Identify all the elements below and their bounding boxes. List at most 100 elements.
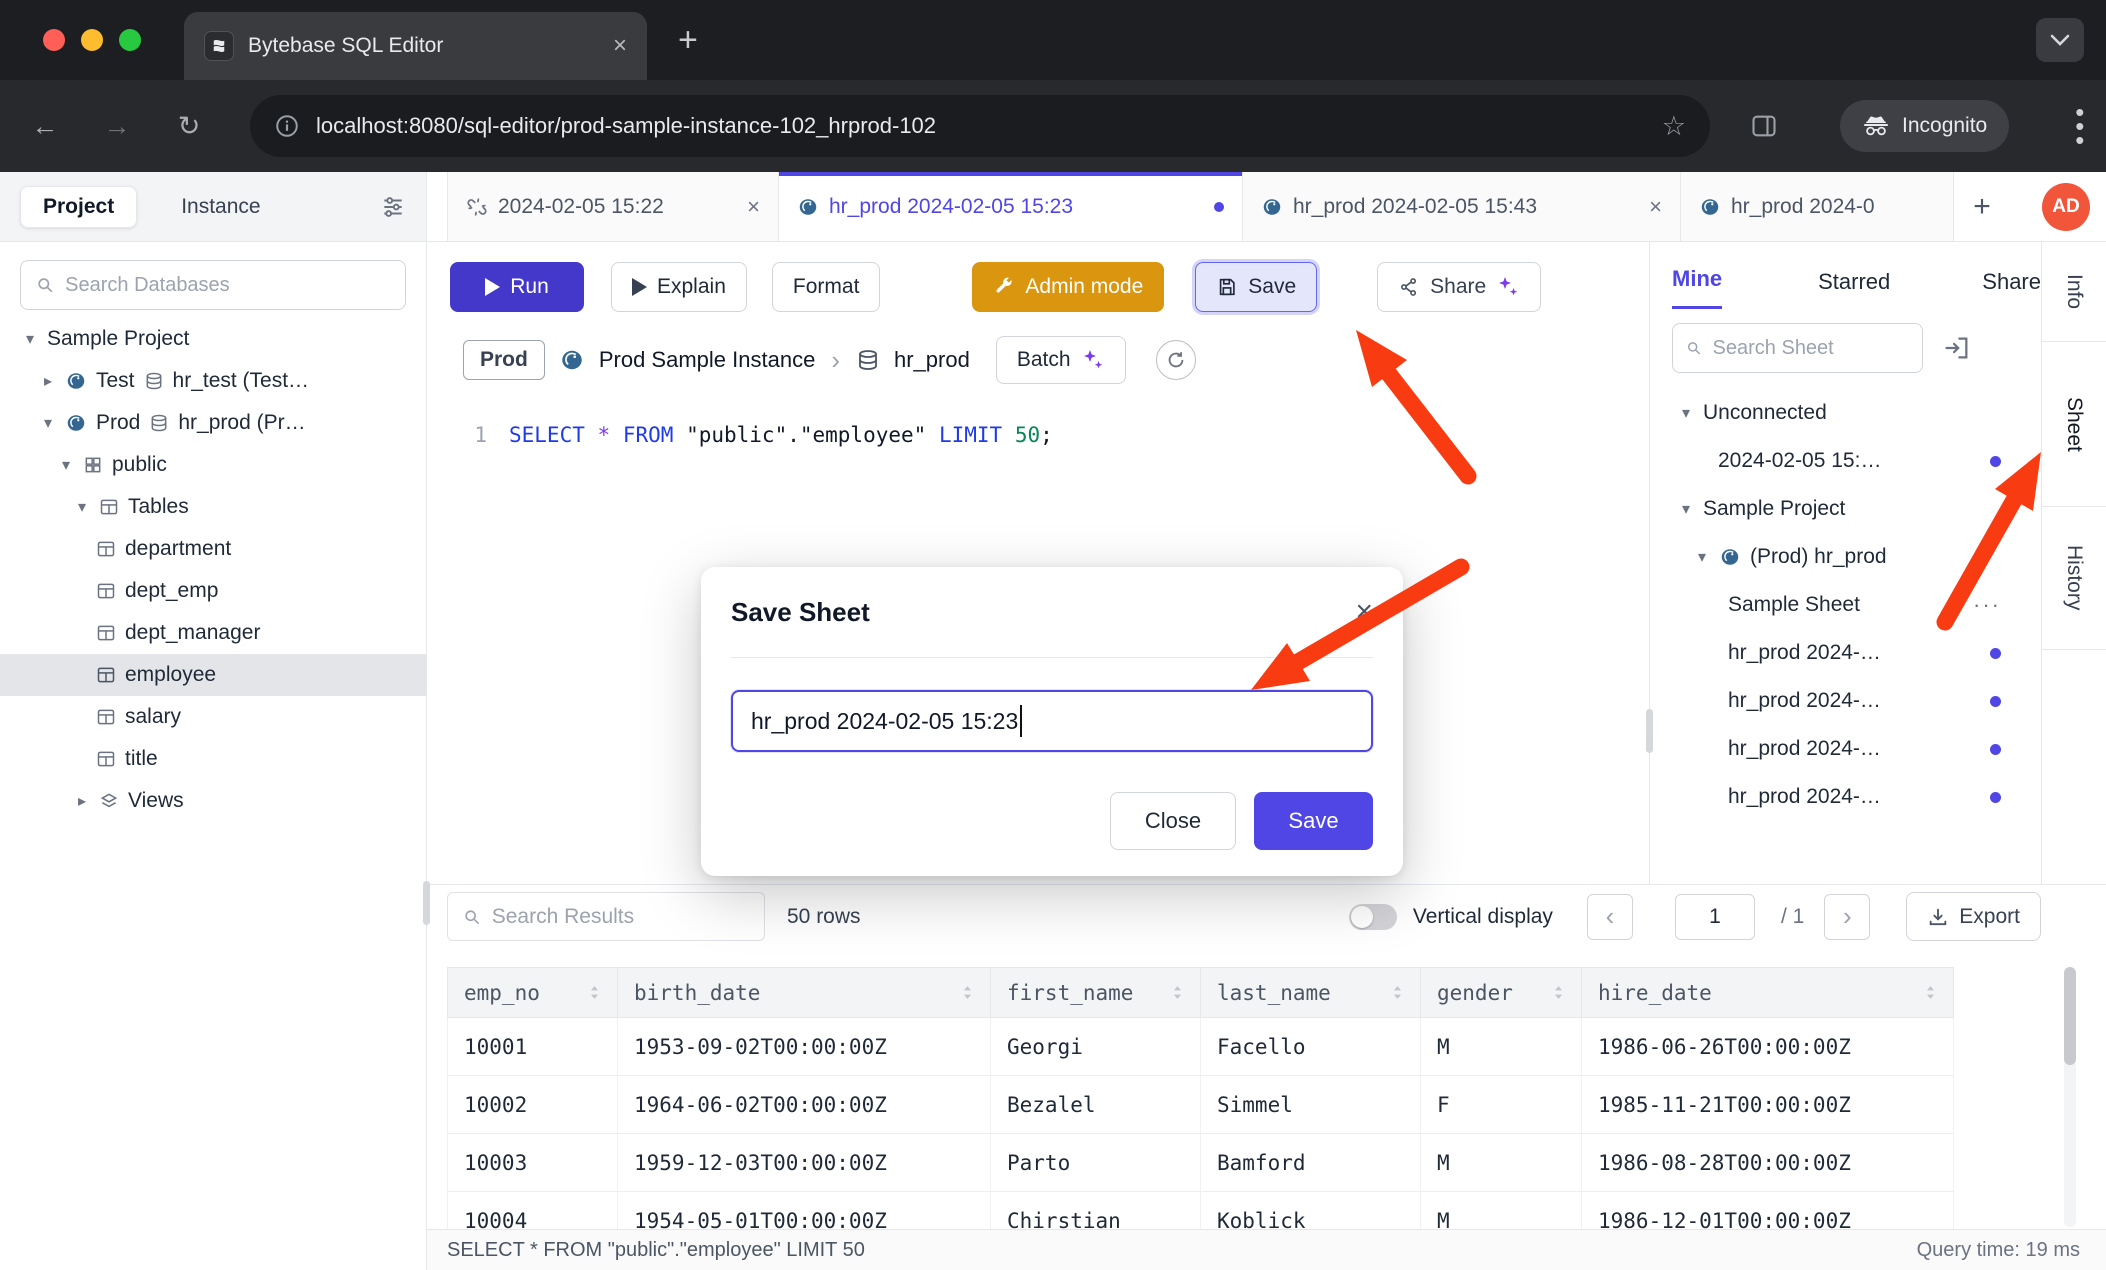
save-button[interactable]: Save (1195, 262, 1317, 312)
table-cell[interactable]: 10004 (447, 1192, 618, 1229)
back-icon[interactable]: ← (30, 111, 60, 142)
sheet-item[interactable]: hr_prod 2024-… (1650, 629, 2041, 677)
chevron-down-icon[interactable]: ▾ (22, 329, 38, 349)
new-sheet-tab-button[interactable]: + (1954, 172, 2010, 241)
share-button[interactable]: Share (1377, 262, 1541, 312)
close-tab-icon[interactable]: × (613, 34, 627, 58)
chevron-down-icon[interactable]: ▾ (74, 497, 90, 517)
table-cell[interactable]: Koblick (1201, 1192, 1421, 1229)
table-cell[interactable]: 1959-12-03T00:00:00Z (618, 1134, 991, 1192)
strip-tab-history[interactable]: History (2042, 507, 2106, 650)
tree-item-table-dept-emp[interactable]: dept_emp (0, 570, 426, 612)
database-name[interactable]: hr_prod (894, 347, 970, 373)
tree-item-table-dept-manager[interactable]: dept_manager (0, 612, 426, 654)
table-cell[interactable]: 1986-06-26T00:00:00Z (1582, 1018, 1954, 1076)
chevron-right-icon[interactable]: ▸ (74, 791, 90, 811)
chevron-down-icon[interactable]: ▾ (1678, 499, 1694, 519)
close-window-button[interactable] (43, 29, 65, 51)
side-panel-icon[interactable] (1750, 112, 1778, 140)
database-search[interactable] (20, 260, 406, 310)
sync-icon[interactable] (1156, 340, 1196, 380)
editor-tab-active[interactable]: hr_prod 2024-02-05 15:23 (779, 172, 1243, 241)
editor-tab-2[interactable]: hr_prod 2024-02-05 15:43 × (1243, 172, 1681, 241)
sheet-name-input[interactable]: hr_prod 2024-02-05 15:23 (731, 690, 1373, 752)
table-cell[interactable]: 10001 (447, 1018, 618, 1076)
column-header[interactable]: first_name (991, 967, 1201, 1018)
run-button[interactable]: Run (450, 262, 584, 312)
results-search[interactable] (447, 892, 765, 941)
chevron-right-icon[interactable]: ▸ (40, 371, 56, 391)
tree-item-table-salary[interactable]: salary (0, 696, 426, 738)
table-cell[interactable]: 1986-12-01T00:00:00Z (1582, 1192, 1954, 1229)
table-cell[interactable]: Parto (991, 1134, 1201, 1192)
environment-chip[interactable]: Prod (463, 340, 545, 380)
explain-button[interactable]: Explain (611, 262, 747, 312)
admin-mode-button[interactable]: Admin mode (972, 262, 1164, 312)
url-bar[interactable]: localhost:8080/sql-editor/prod-sample-in… (250, 95, 1710, 157)
tree-item-table-employee[interactable]: employee (0, 654, 426, 696)
sort-icon[interactable] (1169, 984, 1186, 1001)
scrollbar-thumb[interactable] (2064, 967, 2076, 1065)
editor-tab-unconnected[interactable]: 2024-02-05 15:22 × (447, 172, 779, 241)
close-icon[interactable]: × (1355, 595, 1373, 629)
table-cell[interactable]: 1964-06-02T00:00:00Z (618, 1076, 991, 1134)
filter-settings-icon[interactable] (380, 194, 406, 220)
table-cell[interactable]: 10002 (447, 1076, 618, 1134)
sheet-group-project[interactable]: ▾ Sample Project (1650, 485, 2041, 533)
table-cell[interactable]: M (1421, 1192, 1582, 1229)
tab-instance[interactable]: Instance (181, 195, 260, 219)
table-cell[interactable]: Chirstian (991, 1192, 1201, 1229)
database-search-input[interactable] (65, 274, 391, 297)
tree-item-instance-test[interactable]: ▸ Test hr_test (Test… (0, 360, 426, 402)
table-cell[interactable]: M (1421, 1134, 1582, 1192)
table-cell[interactable]: 1953-09-02T00:00:00Z (618, 1018, 991, 1076)
chevron-down-icon[interactable]: ▾ (1678, 403, 1694, 423)
chevron-down-icon[interactable]: ▾ (1694, 547, 1710, 567)
browser-tab[interactable]: Bytebase SQL Editor × (184, 12, 647, 80)
sheet-item[interactable]: hr_prod 2024-… (1650, 677, 2041, 725)
prev-page-button[interactable]: ‹ (1587, 894, 1633, 940)
table-cell[interactable]: F (1421, 1076, 1582, 1134)
strip-tab-info[interactable]: Info (2042, 242, 2106, 342)
minimize-window-button[interactable] (81, 29, 103, 51)
sort-icon[interactable] (1550, 984, 1567, 1001)
tree-item-tables[interactable]: ▾ Tables (0, 486, 426, 528)
tab-mine[interactable]: Mine (1672, 266, 1722, 309)
sidebar-resize-handle[interactable] (423, 881, 430, 925)
tab-project[interactable]: Project (20, 186, 137, 228)
new-tab-button[interactable]: + (678, 0, 698, 80)
sort-icon[interactable] (1389, 984, 1406, 1001)
format-button[interactable]: Format (772, 262, 881, 312)
zoom-window-button[interactable] (119, 29, 141, 51)
column-header[interactable]: birth_date (618, 967, 991, 1018)
sort-icon[interactable] (959, 984, 976, 1001)
collapse-panel-icon[interactable] (1943, 334, 1971, 362)
user-avatar[interactable]: AD (2042, 183, 2090, 231)
sheet-item-sample[interactable]: Sample Sheet ··· (1650, 581, 2041, 629)
tree-item-views[interactable]: ▸ Views (0, 780, 426, 822)
close-button[interactable]: Close (1110, 792, 1236, 850)
tree-item-schema-public[interactable]: ▾ public (0, 444, 426, 486)
sort-icon[interactable] (586, 984, 603, 1001)
column-header[interactable]: last_name (1201, 967, 1421, 1018)
column-header[interactable]: hire_date (1582, 967, 1954, 1018)
sheet-search[interactable] (1672, 323, 1923, 373)
more-options-icon[interactable]: ··· (1973, 592, 2001, 618)
reload-icon[interactable]: ↻ (174, 111, 204, 142)
site-info-icon[interactable] (274, 113, 300, 139)
column-header[interactable]: emp_no (447, 967, 618, 1018)
table-cell[interactable]: Facello (1201, 1018, 1421, 1076)
table-cell[interactable]: Georgi (991, 1018, 1201, 1076)
results-search-input[interactable] (492, 905, 750, 929)
table-cell[interactable]: Simmel (1201, 1076, 1421, 1134)
page-number-input[interactable] (1675, 894, 1755, 940)
sheet-group-database[interactable]: ▾ (Prod) hr_prod (1650, 533, 2041, 581)
tab-starred[interactable]: Starred (1818, 269, 1890, 309)
column-header[interactable]: gender (1421, 967, 1582, 1018)
table-cell[interactable]: 1986-08-28T00:00:00Z (1582, 1134, 1954, 1192)
chevron-down-icon[interactable]: ▾ (58, 455, 74, 475)
tree-item-instance-prod[interactable]: ▾ Prod hr_prod (Pr… (0, 402, 426, 444)
instance-name[interactable]: Prod Sample Instance (599, 347, 815, 373)
sheet-search-input[interactable] (1713, 337, 1910, 360)
chevron-down-icon[interactable]: ▾ (40, 413, 56, 433)
